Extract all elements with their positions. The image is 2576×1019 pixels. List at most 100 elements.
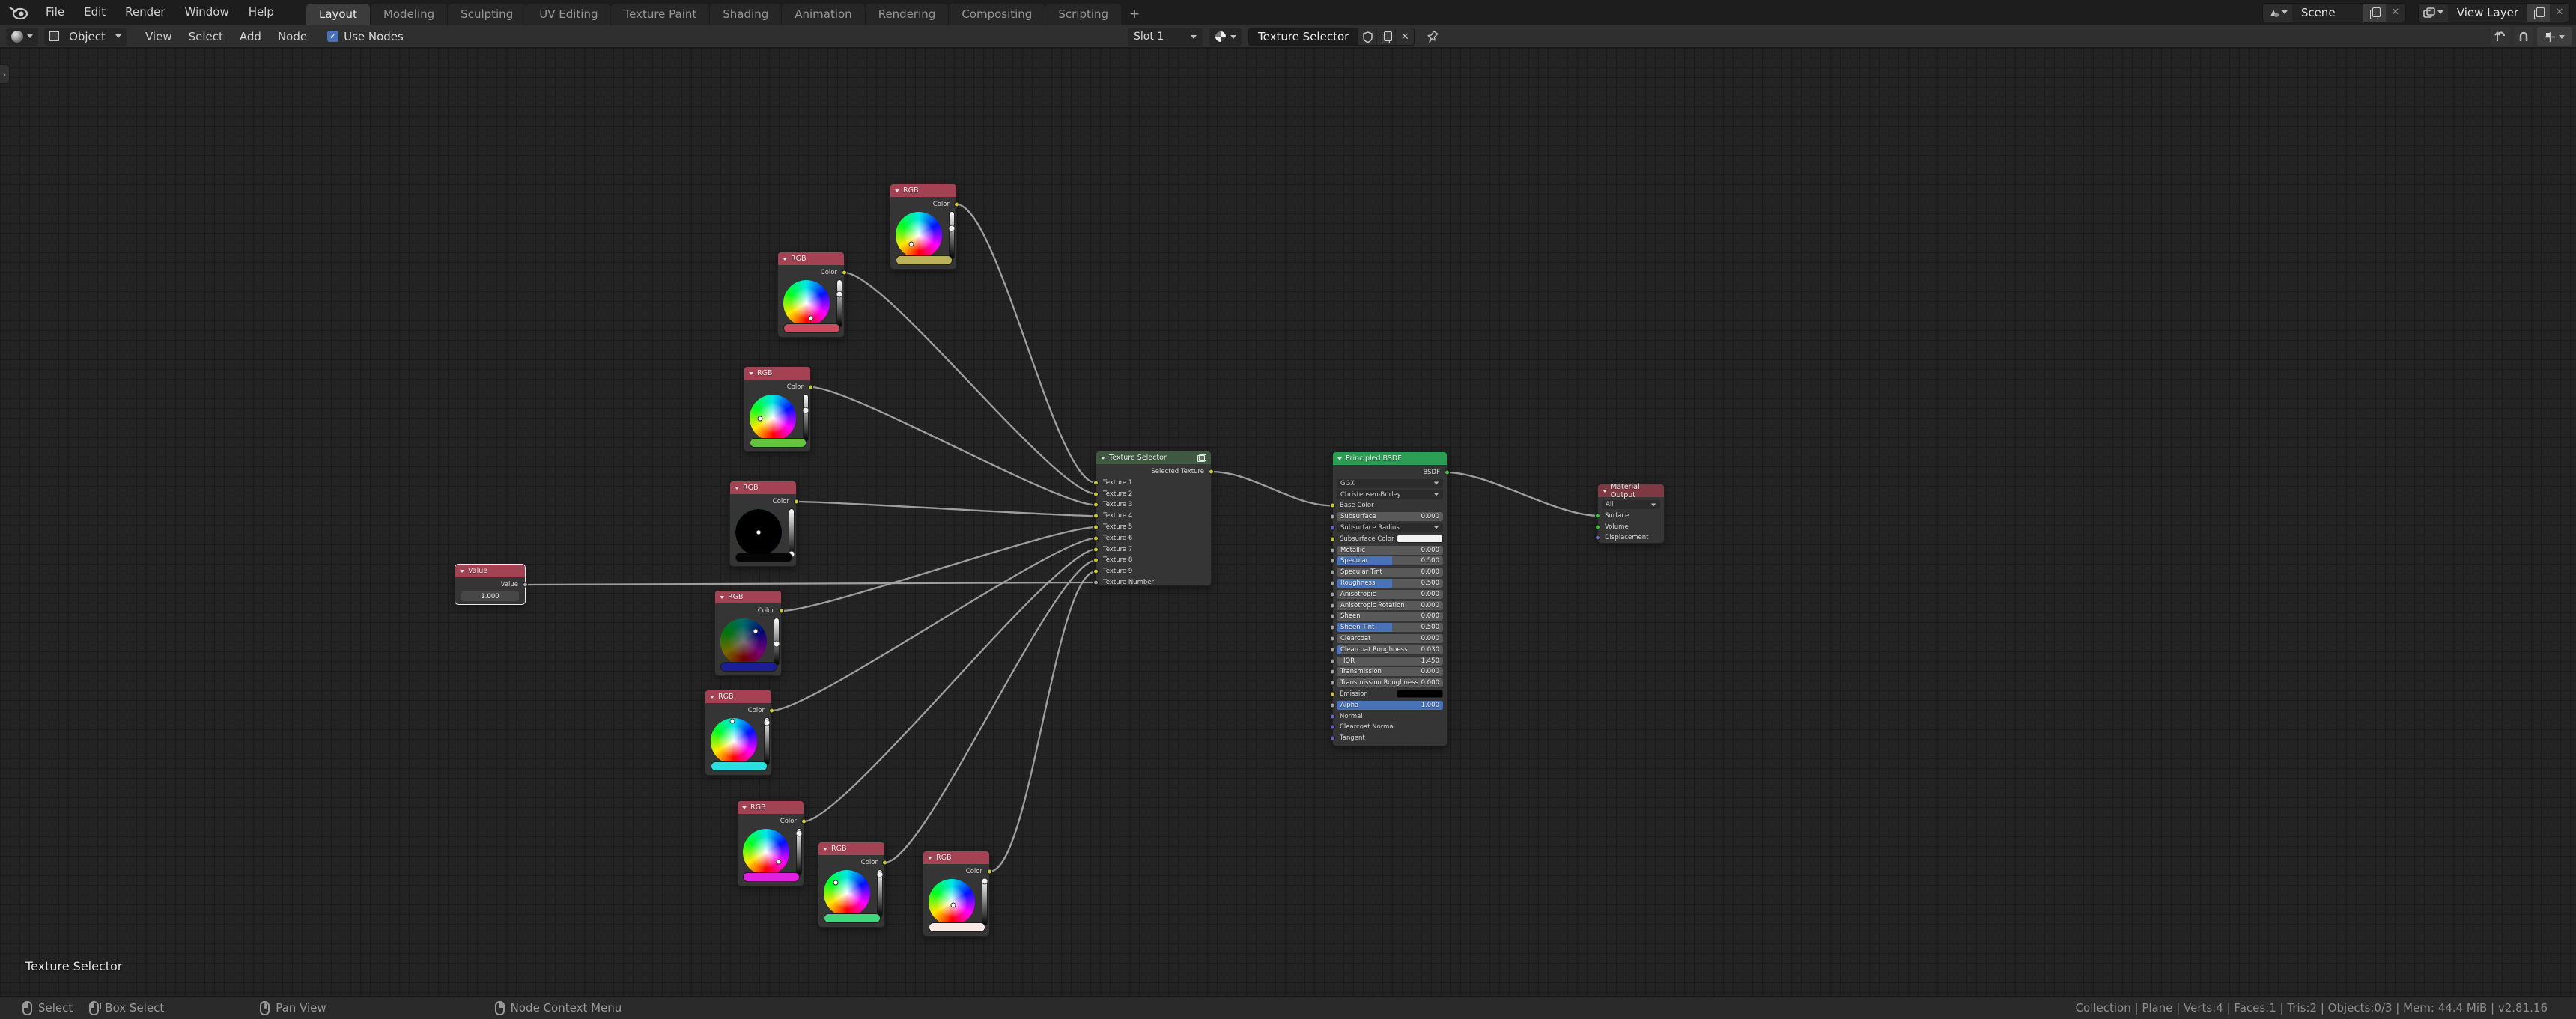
color-swatch-subsurface-color[interactable] <box>1397 535 1443 543</box>
node-header-texsel[interactable]: Texture Selector <box>1096 451 1211 464</box>
slider-metallic[interactable]: Metallic0.000 <box>1337 546 1443 555</box>
socket-texture-8[interactable] <box>1093 558 1099 563</box>
row-subsurface[interactable]: Subsurface0.000 <box>1333 512 1447 521</box>
socket-transmission[interactable] <box>1330 669 1335 675</box>
row-all[interactable]: All <box>1598 500 1664 509</box>
editor-type-button[interactable] <box>6 28 38 46</box>
slider-sheen[interactable]: Sheen0.000 <box>1337 612 1443 621</box>
node-header-rgb9[interactable]: RGB <box>923 851 989 864</box>
unlink-material-button[interactable]: ✕ <box>1395 28 1414 45</box>
collapse-icon[interactable] <box>783 258 787 261</box>
new-material-button[interactable] <box>1376 28 1395 45</box>
socket-emission[interactable] <box>1330 691 1335 696</box>
color-wheel[interactable] <box>896 212 942 258</box>
slider-roughness[interactable]: Roughness0.500 <box>1337 579 1443 588</box>
socket-color[interactable] <box>987 869 992 874</box>
socket-texture-5[interactable] <box>1093 524 1099 529</box>
row-specular[interactable]: Specular0.500 <box>1333 556 1447 565</box>
parent-tree-button[interactable] <box>2491 27 2510 46</box>
sidebar-toggle[interactable]: › <box>0 64 10 84</box>
collapse-icon[interactable] <box>735 487 739 490</box>
color-wheel[interactable] <box>720 618 767 665</box>
slider-anisotropic[interactable]: Anisotropic0.000 <box>1337 590 1443 599</box>
material-name-field[interactable]: Texture Selector <box>1249 28 1358 45</box>
value-slider-handle[interactable] <box>803 407 809 414</box>
value-slider-handle[interactable] <box>877 872 884 878</box>
color-swatch-bar[interactable] <box>783 323 840 333</box>
wheel-cursor[interactable] <box>756 530 762 535</box>
color-swatch-emission[interactable] <box>1397 690 1443 698</box>
row-subsurface-radius[interactable]: Subsurface Radius <box>1333 523 1447 532</box>
slider-transmission[interactable]: Transmission0.000 <box>1337 667 1443 676</box>
slot-dropdown[interactable]: Slot 1 <box>1128 28 1203 46</box>
pin-icon[interactable] <box>1426 30 1439 44</box>
menu-edit[interactable]: Edit <box>74 0 115 25</box>
node-bsdf[interactable]: Principled BSDFBSDFGGXChristensen-Burley… <box>1332 451 1448 746</box>
shader-type-dropdown[interactable]: Object <box>44 28 127 46</box>
socket-clearcoat-normal[interactable] <box>1330 725 1335 730</box>
row-emission[interactable]: Emission <box>1333 690 1447 699</box>
socket-bsdf[interactable] <box>1445 470 1450 475</box>
tab-modeling[interactable]: Modeling <box>371 4 447 25</box>
collapse-icon[interactable] <box>895 189 899 192</box>
collapse-icon[interactable] <box>720 596 724 599</box>
socket-subsurface-color[interactable] <box>1330 536 1335 541</box>
material-selector-button[interactable] <box>1209 28 1242 46</box>
socket-color[interactable] <box>779 609 784 614</box>
color-swatch-bar[interactable] <box>720 662 777 672</box>
collapse-icon[interactable] <box>928 857 932 860</box>
node-header-rgb1[interactable]: RGB <box>890 184 956 197</box>
wheel-cursor[interactable] <box>776 860 781 865</box>
socket-value[interactable] <box>523 582 528 588</box>
menu-window[interactable]: Window <box>175 0 239 25</box>
scene-name[interactable]: Scene <box>2292 6 2363 19</box>
dropdown-subsurface-radius[interactable]: Subsurface Radius <box>1337 523 1443 532</box>
value-slider-handle[interactable] <box>982 878 988 885</box>
row-anisotropic-rotation[interactable]: Anisotropic Rotation0.000 <box>1333 601 1447 610</box>
socket-color[interactable] <box>882 860 887 866</box>
tab-compositing[interactable]: Compositing <box>949 4 1045 25</box>
row-ggx[interactable]: GGX <box>1333 479 1447 488</box>
slider-clearcoat-roughness[interactable]: Clearcoat Roughness0.030 <box>1337 645 1443 654</box>
color-wheel[interactable] <box>743 829 789 875</box>
value-slider[interactable] <box>774 618 780 666</box>
row-subsurface-color[interactable]: Subsurface Color <box>1333 535 1447 544</box>
menu-help[interactable]: Help <box>239 0 284 25</box>
socket-anisotropic[interactable] <box>1330 591 1335 597</box>
socket-texture-3[interactable] <box>1093 502 1099 508</box>
socket-texture-6[interactable] <box>1093 535 1099 541</box>
node-rgb5[interactable]: RGBColor <box>714 590 782 676</box>
color-wheel[interactable] <box>711 718 757 764</box>
wheel-cursor[interactable] <box>809 315 814 320</box>
view-layer-selector-button[interactable] <box>2419 4 2448 22</box>
node-rgb6[interactable]: RGBColor <box>705 690 772 776</box>
row-clearcoat[interactable]: Clearcoat0.000 <box>1333 634 1447 643</box>
socket-texture-2[interactable] <box>1093 491 1099 496</box>
slider-alpha[interactable]: Alpha1.000 <box>1337 701 1443 710</box>
scene-new-button[interactable] <box>2363 4 2386 22</box>
value-slider[interactable] <box>949 211 955 259</box>
row-christensen-burley[interactable]: Christensen-Burley <box>1333 490 1447 499</box>
socket-specular[interactable] <box>1330 559 1335 564</box>
socket-texture-7[interactable] <box>1093 547 1099 552</box>
row-clearcoat-roughness[interactable]: Clearcoat Roughness0.030 <box>1333 645 1447 654</box>
node-header-rgb6[interactable]: RGB <box>705 690 771 703</box>
dropdown-all[interactable]: All <box>1602 500 1660 509</box>
socket-ior[interactable] <box>1330 658 1335 663</box>
socket-transmission-roughness[interactable] <box>1330 681 1335 686</box>
node-header-bsdf[interactable]: Principled BSDF <box>1333 452 1447 465</box>
row-ior[interactable]: IOR1.450 <box>1333 657 1447 666</box>
socket-alpha[interactable] <box>1330 702 1335 708</box>
tab-sculpting[interactable]: Sculpting <box>448 4 526 25</box>
row-alpha[interactable]: Alpha1.000 <box>1333 701 1447 710</box>
socket-texture-4[interactable] <box>1093 514 1099 519</box>
field-ior[interactable]: IOR1.450 <box>1337 657 1443 666</box>
socket-texture-number[interactable] <box>1093 580 1099 585</box>
scene-unlink-button[interactable]: ✕ <box>2386 4 2405 22</box>
tab-rendering[interactable]: Rendering <box>866 4 949 25</box>
menu-node[interactable]: Node <box>270 30 315 43</box>
color-wheel[interactable] <box>750 395 796 441</box>
socket-selected-texture[interactable] <box>1209 469 1214 475</box>
tab-animation[interactable]: Animation <box>782 4 864 25</box>
wheel-cursor[interactable] <box>833 880 839 886</box>
